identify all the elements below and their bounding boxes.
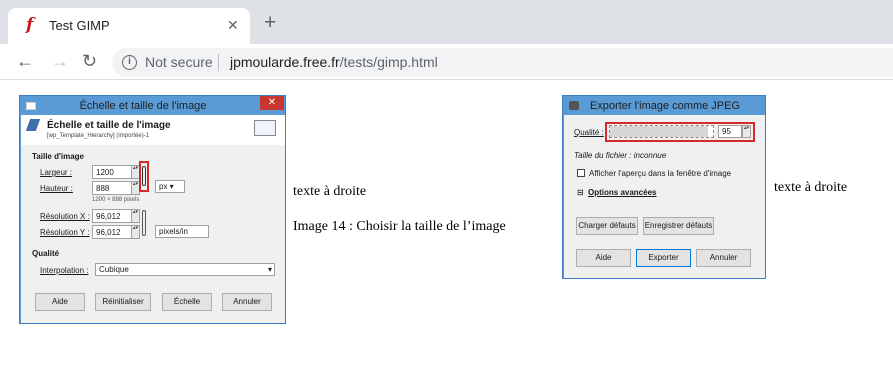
dialog-header-subtitle: [wp_Template_Hierarchy] (importée)-1 <box>47 133 150 139</box>
new-tab-button[interactable]: + <box>264 12 276 33</box>
tab-strip: f Test GIMP ✕ + <box>0 0 893 44</box>
tab-title: Test GIMP <box>49 18 110 33</box>
save-defaults-button[interactable]: Enregistrer défauts <box>643 217 714 235</box>
url-host: jpmoularde.free.fr <box>230 54 340 70</box>
image-thumbnail <box>254 120 276 136</box>
res-y-spinner[interactable]: ▴▾ <box>131 225 140 239</box>
advanced-options-label[interactable]: Options avancées <box>588 188 656 197</box>
load-defaults-button[interactable]: Charger défauts <box>576 217 638 235</box>
help-button[interactable]: Aide <box>576 249 631 267</box>
address-bar[interactable]: i Not secure jpmoularde.free.fr/tests/gi… <box>112 48 893 77</box>
width-label: Largeur : <box>40 168 73 177</box>
help-button[interactable]: Aide <box>35 293 85 311</box>
dialog-window-title: Exporter l'image comme JPEG <box>589 100 741 112</box>
file-size-label: Taille du fichier : inconnue <box>574 151 667 160</box>
url-divider <box>218 54 219 71</box>
dialog-body: Qualité : ▴▾ Taille du fichier : inconnu… <box>564 115 765 278</box>
res-chain-icon[interactable] <box>142 210 146 236</box>
size-unit-select[interactable]: px ▾ <box>155 180 185 193</box>
res-unit-select[interactable]: pixels/in <box>155 225 209 238</box>
export-jpeg-dialog: Exporter l'image comme JPEG Qualité : ▴▾… <box>562 95 766 279</box>
quality-label: Qualité : <box>574 128 604 137</box>
close-button[interactable]: ✕ <box>260 96 284 110</box>
reset-button[interactable]: Réinitialiser <box>95 293 151 311</box>
scale-button[interactable]: Échelle <box>162 293 212 311</box>
export-button[interactable]: Exporter <box>636 249 691 267</box>
res-unit-value: pixels/in <box>159 227 188 236</box>
width-field[interactable] <box>92 165 132 179</box>
dialog-titlebar: Exporter l'image comme JPEG <box>563 96 767 116</box>
size-section-title: Taille d'image <box>32 152 84 161</box>
security-label: Not secure <box>145 54 213 70</box>
dialog-titlebar: Échelle et taille de l'image <box>20 96 266 116</box>
url-text[interactable]: jpmoularde.free.fr/tests/gimp.html <box>230 54 438 70</box>
chain-link-icon[interactable] <box>142 166 146 186</box>
res-y-field[interactable] <box>92 225 132 239</box>
interpolation-select[interactable]: Cubique ▾ <box>95 263 275 276</box>
app-icon <box>26 102 36 110</box>
favicon-icon: f <box>26 15 34 35</box>
res-x-field[interactable] <box>92 209 132 223</box>
forward-button[interactable]: → <box>51 51 69 71</box>
chevron-down-icon: ▾ <box>267 265 272 274</box>
reload-button[interactable]: ↻ <box>82 51 97 71</box>
interpolation-value: Cubique <box>99 265 129 274</box>
dialog-header-title: Échelle et taille de l'image <box>47 120 171 131</box>
dialog-window-title: Échelle et taille de l'image <box>79 100 207 112</box>
preview-checkbox[interactable] <box>577 169 585 177</box>
scale-image-dialog: Échelle et taille de l'image ✕ Échelle e… <box>19 95 286 324</box>
text-right-1: texte à droite <box>293 184 367 199</box>
expander-icon[interactable]: ⊟ <box>577 188 584 197</box>
quality-slider[interactable] <box>609 125 714 138</box>
text-right-2: texte à droite <box>774 180 848 195</box>
back-button[interactable]: ← <box>16 51 34 71</box>
browser-toolbar: ← → ↻ i Not secure jpmoularde.free.fr/te… <box>0 44 893 80</box>
size-note: 1200 × 888 pixels <box>92 197 140 203</box>
info-icon[interactable]: i <box>122 55 137 70</box>
res-y-label: Résolution Y : <box>40 228 90 237</box>
interpolation-label: Interpolation : <box>40 266 89 275</box>
app-icon <box>569 101 579 110</box>
height-field[interactable] <box>92 181 132 195</box>
height-label: Hauteur : <box>40 184 73 193</box>
close-tab-icon[interactable]: ✕ <box>227 17 239 34</box>
dialog-body: Échelle et taille de l'image [wp_Templat… <box>21 115 285 323</box>
url-path: /tests/gimp.html <box>339 54 438 70</box>
cancel-button[interactable]: Annuler <box>696 249 751 267</box>
size-unit-value: px <box>159 182 168 191</box>
quality-field[interactable] <box>718 125 742 138</box>
figure-caption: Image 14 : Choisir la taille de l’image <box>293 219 506 234</box>
quality-slider-fill <box>610 126 708 137</box>
res-x-label: Résolution X : <box>40 212 90 221</box>
res-x-spinner[interactable]: ▴▾ <box>131 209 140 223</box>
preview-label: Afficher l'aperçu dans la fenêtre d'imag… <box>589 169 732 178</box>
cancel-button[interactable]: Annuler <box>222 293 272 311</box>
browser-tab[interactable]: f Test GIMP ✕ <box>8 8 250 44</box>
quality-section-title: Qualité <box>32 249 60 258</box>
quality-spinner[interactable]: ▴▾ <box>742 125 751 138</box>
